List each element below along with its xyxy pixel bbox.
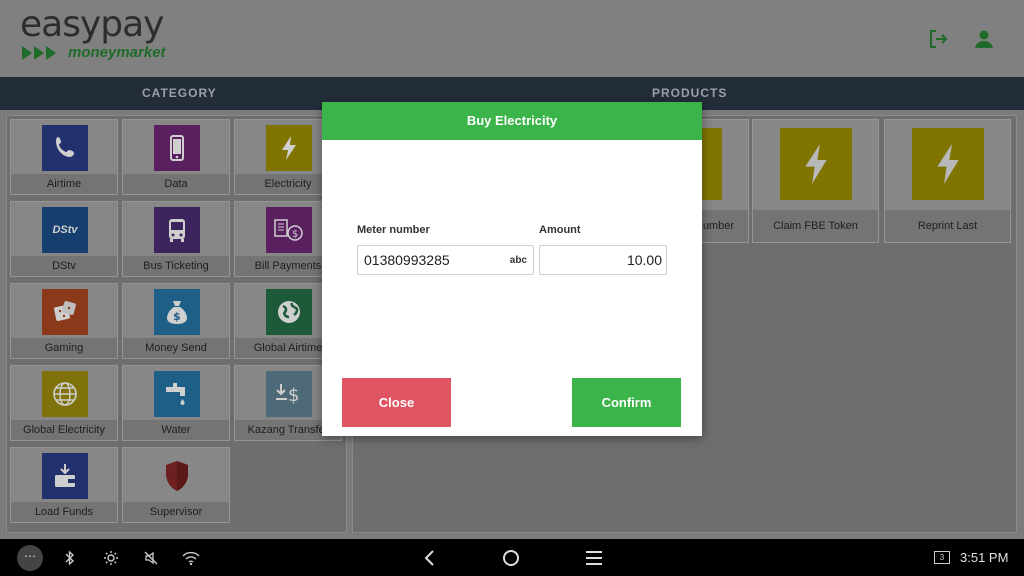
bill-payment-icon: $ [266,207,312,253]
dstv-logo-icon: DStv [42,207,88,253]
shield-icon [154,453,200,499]
wallet-icon [42,453,88,499]
svg-text:$: $ [292,229,298,240]
lightning-icon [780,128,852,200]
category-tile-gaming[interactable]: Gaming [10,283,118,359]
system-navigation-bar: ⋯ 3 3:51 PM [0,539,1024,576]
product-label: Reprint Last [885,210,1010,242]
category-tile-data[interactable]: Data [122,119,230,195]
category-tile-bus-ticketing[interactable]: Bus Ticketing [122,201,230,277]
category-label: Global Electricity [11,420,117,440]
category-label: Load Funds [11,502,117,522]
globe-grid-icon [42,371,88,417]
category-tile-global-electricity[interactable]: Global Electricity [10,365,118,441]
category-tile-water[interactable]: Water [122,365,230,441]
transfer-icon: $ [266,371,312,417]
water-tap-icon [154,371,200,417]
svg-text:$: $ [173,310,181,323]
more-options-button[interactable]: ⋯ [17,545,43,571]
user-icon[interactable] [973,28,995,50]
globe-icon [266,289,312,335]
meter-number-field-wrapper: abc [357,245,534,275]
category-tile-load-funds[interactable]: Load Funds [10,447,118,523]
bluetooth-icon[interactable] [60,548,80,568]
category-label: Supervisor [123,502,229,522]
arrow-chevrons-icon [22,45,58,60]
category-label: Gaming [11,338,117,358]
category-label: DStv [11,256,117,276]
svg-text:$: $ [288,385,299,406]
dice-icon [42,289,88,335]
lightning-icon [266,125,312,171]
category-label: Airtime [11,174,117,194]
back-icon[interactable] [419,548,439,568]
wifi-icon[interactable] [181,548,201,568]
category-heading: CATEGORY [142,86,217,100]
keyboard-type-indicator[interactable]: abc [510,255,527,266]
lightning-icon [912,128,984,200]
category-tile-airtime[interactable]: Airtime [10,119,118,195]
screens-badge-icon[interactable]: 3 [934,551,950,564]
mute-icon[interactable] [141,548,161,568]
meter-number-label: Meter number [357,224,430,236]
products-heading: PRODUCTS [652,86,728,100]
confirm-button[interactable]: Confirm [572,378,681,427]
buy-electricity-dialog: Buy Electricity Meter number abc Amount … [322,102,702,436]
category-tile-dstv[interactable]: DStv DStv [10,201,118,277]
phone-icon [42,125,88,171]
product-tile-reprint-last[interactable]: Reprint Last [884,119,1011,243]
clock: 3:51 PM [960,550,1009,565]
logo-sub-text: moneymarket [68,44,166,61]
app-header: easypay moneymarket [0,0,1024,77]
bus-icon [154,207,200,253]
logo-easypay: easypay [20,4,164,45]
amount-input[interactable] [540,246,666,274]
home-icon[interactable] [501,548,521,568]
meter-number-input[interactable] [358,246,533,274]
category-label: Data [123,174,229,194]
amount-field-wrapper [539,245,667,275]
money-bag-icon: $ [154,289,200,335]
dialog-title: Buy Electricity [322,102,702,140]
logo-moneymarket: moneymarket [22,44,166,61]
product-tile-claim-fbe-token[interactable]: Claim FBE Token [752,119,879,243]
category-label: Water [123,420,229,440]
mobile-icon [154,125,200,171]
product-label: Claim FBE Token [753,210,878,242]
menu-icon[interactable] [584,548,604,568]
amount-label: Amount [539,224,581,236]
category-label: Money Send [123,338,229,358]
category-tile-supervisor[interactable]: Supervisor [122,447,230,523]
category-label: Bus Ticketing [123,256,229,276]
brightness-icon[interactable] [101,548,121,568]
category-tile-money-send[interactable]: $ Money Send [122,283,230,359]
close-button[interactable]: Close [342,378,451,427]
logout-icon[interactable] [927,28,949,50]
